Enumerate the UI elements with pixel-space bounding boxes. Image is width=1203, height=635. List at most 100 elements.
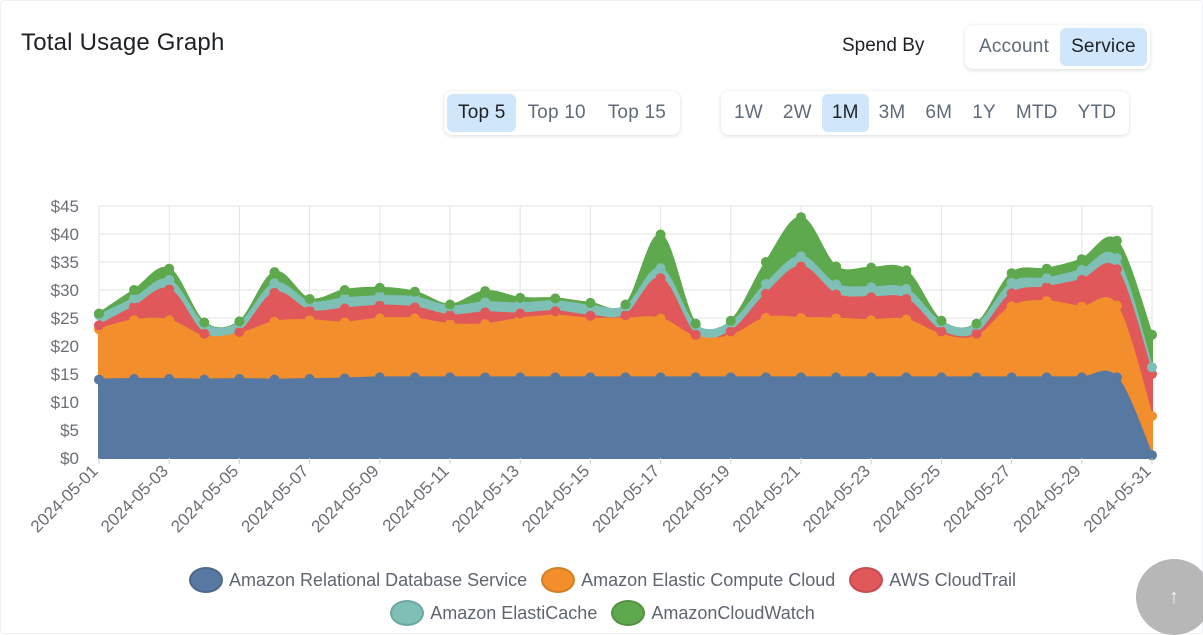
data-point[interactable] [1111,264,1122,275]
data-point[interactable] [445,310,455,321]
data-point[interactable] [304,305,315,316]
data-point[interactable] [129,285,140,295]
data-point[interactable] [690,329,701,340]
scroll-to-top-button[interactable]: ↑ [1136,559,1203,635]
option-6m[interactable]: 6M [915,94,962,132]
data-point[interactable] [339,285,350,295]
data-point[interactable] [1006,277,1017,288]
data-point[interactable] [690,372,701,383]
data-point[interactable] [409,372,420,383]
data-point[interactable] [760,313,771,323]
data-point[interactable] [234,316,245,327]
data-point[interactable] [725,372,736,383]
data-point[interactable] [374,372,385,383]
data-point[interactable] [1076,264,1087,275]
data-point[interactable] [796,261,806,272]
data-point[interactable] [269,287,280,298]
data-point[interactable] [1076,274,1087,285]
data-point[interactable] [1147,362,1157,373]
data-point[interactable] [725,326,736,337]
data-point[interactable] [620,299,631,310]
data-point[interactable] [550,306,561,317]
data-point[interactable] [94,308,104,319]
data-point[interactable] [1147,329,1157,340]
data-point[interactable] [655,313,666,324]
data-point[interactable] [234,374,245,385]
data-point[interactable] [585,310,596,321]
data-point[interactable] [480,286,491,297]
data-point[interactable] [760,372,771,383]
data-point[interactable] [550,293,561,304]
data-point[interactable] [1006,372,1017,383]
data-point[interactable] [936,326,947,337]
data-point[interactable] [269,267,280,278]
data-point[interactable] [831,289,842,300]
data-point[interactable] [1111,235,1122,246]
data-point[interactable] [409,302,420,313]
data-point[interactable] [199,374,210,385]
data-point[interactable] [374,313,385,324]
data-point[interactable] [796,313,806,323]
data-point[interactable] [1041,263,1052,274]
legend-item[interactable]: Amazon ElastiCache [390,600,597,626]
data-point[interactable] [971,328,982,339]
option-service[interactable]: Service [1060,28,1147,66]
data-point[interactable] [269,316,280,327]
data-point[interactable] [655,273,666,284]
data-point[interactable] [1147,411,1157,421]
data-point[interactable] [374,282,385,293]
data-point[interactable] [164,315,175,326]
data-point[interactable] [515,372,526,383]
data-point[interactable] [655,372,666,383]
data-point[interactable] [304,293,315,304]
data-point[interactable] [690,318,701,329]
data-point[interactable] [269,278,280,289]
data-point[interactable] [480,372,491,383]
data-point[interactable] [831,279,842,290]
data-point[interactable] [445,299,455,310]
data-point[interactable] [234,327,245,337]
option-1y[interactable]: 1Y [962,94,1006,132]
data-point[interactable] [339,317,350,328]
option-1m[interactable]: 1M [821,94,869,132]
data-point[interactable] [936,315,947,326]
data-point[interactable] [1006,268,1017,279]
data-point[interactable] [480,319,491,330]
option-top-15[interactable]: Top 15 [597,94,677,132]
data-point[interactable] [164,284,175,295]
data-point[interactable] [515,308,526,319]
option-top-5[interactable]: Top 5 [447,94,517,132]
data-point[interactable] [1041,273,1052,284]
option-3m[interactable]: 3M [869,94,916,132]
data-point[interactable] [1006,288,1017,299]
data-point[interactable] [901,293,912,304]
data-point[interactable] [725,315,736,326]
data-point[interactable] [1006,301,1017,312]
data-point[interactable] [94,320,104,331]
data-point[interactable] [901,372,912,383]
data-point[interactable] [164,274,175,285]
data-point[interactable] [866,315,877,326]
data-point[interactable] [199,328,210,339]
data-point[interactable] [1111,253,1122,264]
data-point[interactable] [971,372,982,383]
data-point[interactable] [655,263,666,274]
data-point[interactable] [1041,372,1052,383]
data-point[interactable] [550,372,561,383]
data-point[interactable] [445,319,455,330]
data-point[interactable] [796,212,806,223]
data-point[interactable] [269,374,280,385]
legend-item[interactable]: AWS CloudTrail [849,567,1016,593]
data-point[interactable] [339,303,350,314]
data-point[interactable] [901,265,912,276]
data-point[interactable] [480,307,491,318]
data-point[interactable] [901,314,912,325]
data-point[interactable] [1111,300,1122,311]
data-point[interactable] [1041,296,1052,307]
data-point[interactable] [1041,282,1052,293]
legend-item[interactable]: Amazon Elastic Compute Cloud [541,567,835,593]
data-point[interactable] [655,229,666,240]
legend-item[interactable]: Amazon Relational Database Service [189,567,527,593]
data-point[interactable] [445,372,455,383]
data-point[interactable] [1111,372,1122,383]
